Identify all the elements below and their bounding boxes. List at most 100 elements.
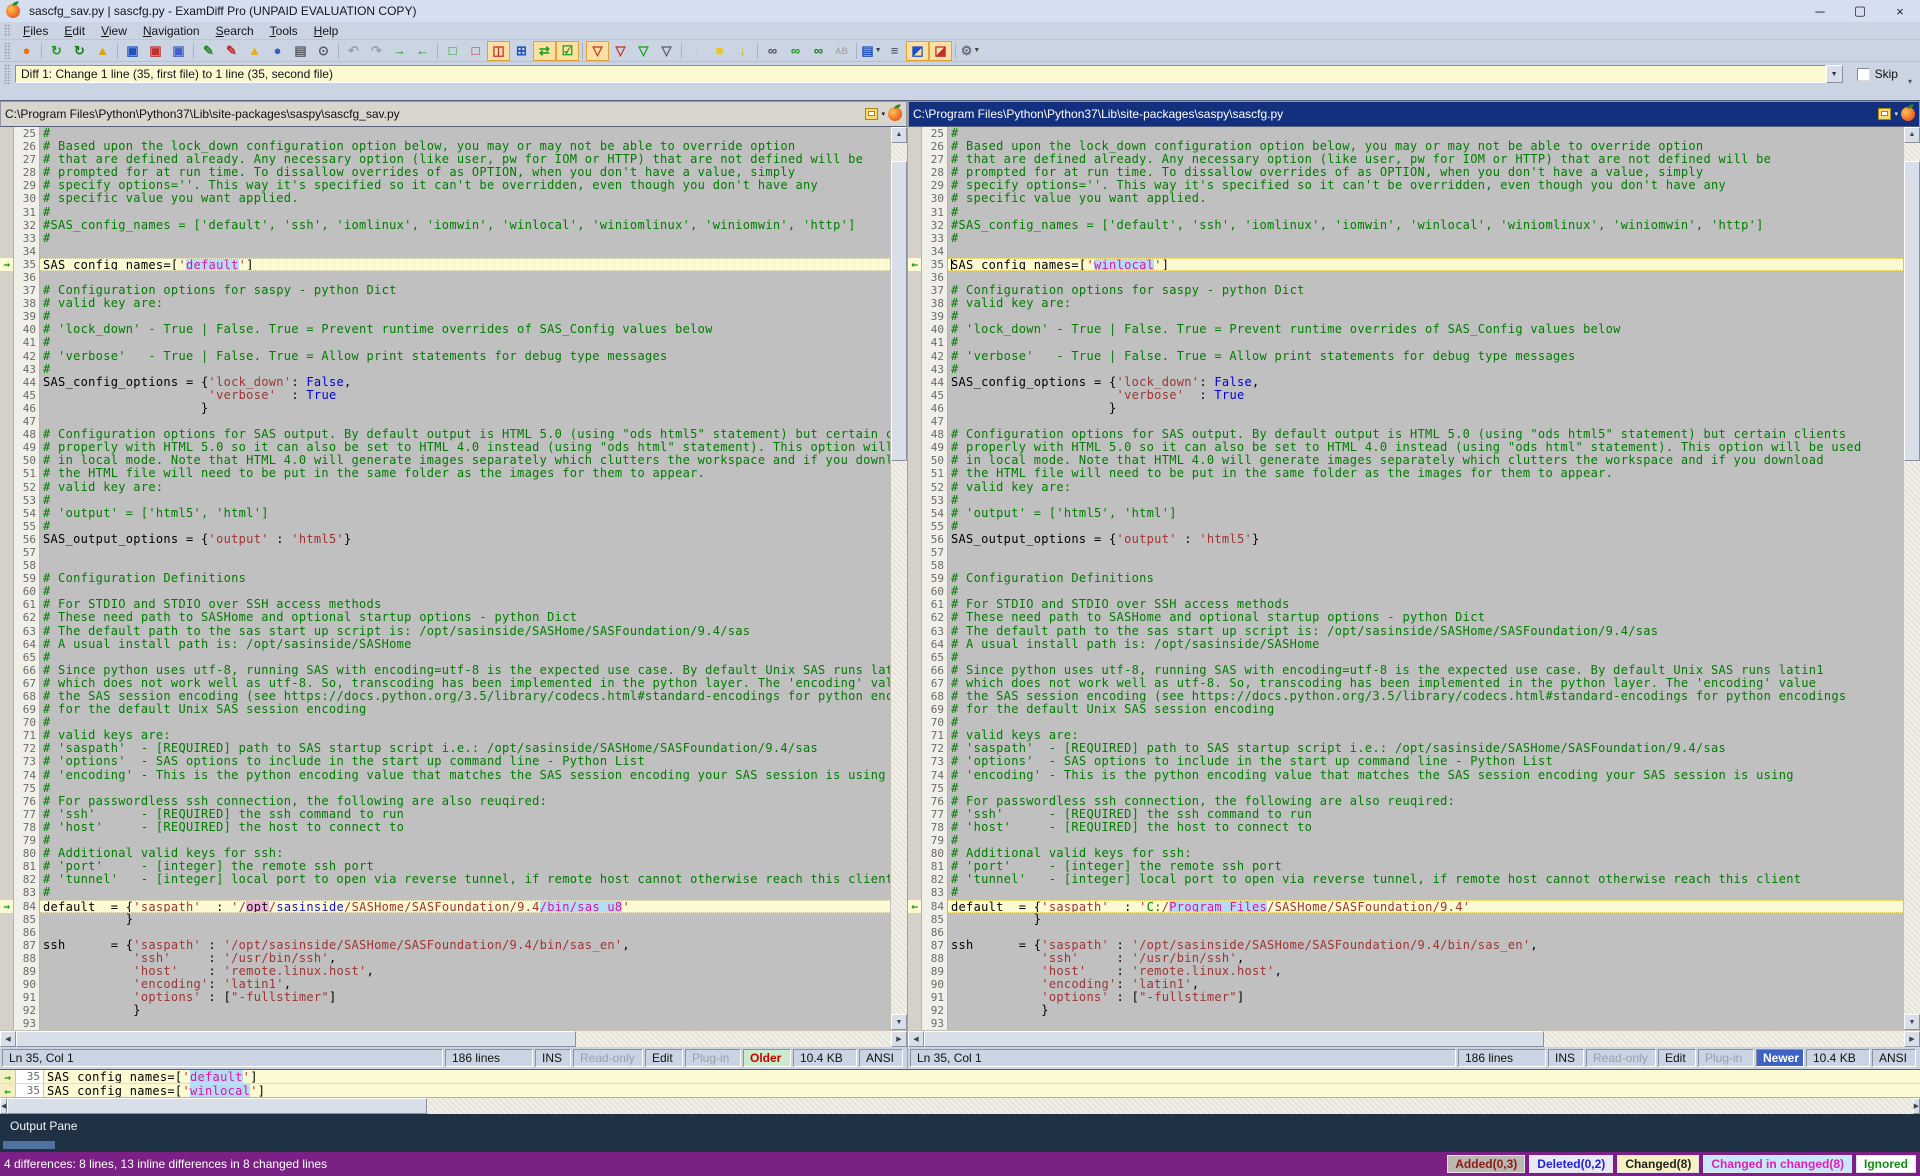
scroll-left-icon[interactable]: ◀: [0, 1098, 7, 1114]
first-horizontal-scrollbar[interactable]: ◀ ▶: [0, 1030, 907, 1047]
code-line-right-25[interactable]: 25#: [908, 127, 1903, 140]
save-second-icon[interactable]: ▣: [144, 41, 167, 61]
code-line-left-32[interactable]: 32#SAS_config_names = ['default', 'ssh',…: [0, 219, 890, 232]
open-files-icon[interactable]: ▲: [91, 41, 114, 61]
second-save-icon[interactable]: [1878, 108, 1891, 120]
code-line-left-80[interactable]: 80# Additional valid keys for ssh:: [0, 847, 890, 860]
code-line-left-67[interactable]: 67# which does not work well as utf-8. S…: [0, 677, 890, 690]
scroll-left-icon[interactable]: ◀: [908, 1031, 924, 1047]
code-line-right-67[interactable]: 67# which does not work well as utf-8. S…: [908, 677, 1903, 690]
code-line-right-59[interactable]: 59# Configuration Definitions: [908, 572, 1903, 585]
code-line-left-70[interactable]: 70#: [0, 716, 890, 729]
first-header-compare-icon[interactable]: [888, 107, 902, 121]
code-line-left-25[interactable]: 25#: [0, 127, 890, 140]
current-change-icon[interactable]: ■: [708, 41, 731, 61]
code-line-right-81[interactable]: 81# 'port' - [integer] the remote ssh po…: [908, 860, 1903, 873]
second-header-compare-icon[interactable]: [1901, 107, 1915, 121]
code-line-right-53[interactable]: 53#: [908, 494, 1903, 507]
send-report-icon[interactable]: ●: [266, 41, 289, 61]
code-line-left-81[interactable]: 81# 'port' - [integer] the remote ssh po…: [0, 860, 890, 873]
code-line-right-48[interactable]: 48# Configuration options for SAS output…: [908, 428, 1903, 441]
code-line-right-37[interactable]: 37# Configuration options for saspy - py…: [908, 284, 1903, 297]
code-line-left-91[interactable]: 91 'options' : ["-fullstimer"]: [0, 991, 890, 1004]
diff-combo-dropdown-icon[interactable]: ▼: [1826, 65, 1843, 83]
code-line-right-88[interactable]: 88 'ssh' : '/usr/bin/ssh',: [908, 952, 1903, 965]
code-line-right-47[interactable]: 47: [908, 415, 1903, 428]
code-line-left-50[interactable]: 50# in local mode. Note that HTML 4.0 wi…: [0, 454, 890, 467]
code-line-right-69[interactable]: 69# for the default Unix SAS session enc…: [908, 703, 1903, 716]
show-all-lines-filter-icon[interactable]: ▽: [586, 41, 609, 61]
code-line-right-52[interactable]: 52# valid key are:: [908, 481, 1903, 494]
dropdown-arrow-icon[interactable]: ▼: [875, 47, 882, 54]
code-line-right-77[interactable]: 77# 'ssh' - [REQUIRED] the ssh command t…: [908, 808, 1903, 821]
code-line-right-42[interactable]: 42# 'verbose' - True | False. True = All…: [908, 350, 1903, 363]
code-line-left-74[interactable]: 74# 'encoding' - This is the python enco…: [0, 769, 890, 782]
show-diffs-filter-icon[interactable]: ▽: [609, 41, 632, 61]
code-line-left-49[interactable]: 49# properly with HTML 5.0 so it can als…: [0, 441, 890, 454]
code-line-right-31[interactable]: 31#: [908, 206, 1903, 219]
code-line-left-35[interactable]: →35SAS_config_names=['default']: [0, 258, 890, 271]
code-line-left-75[interactable]: 75#: [0, 782, 890, 795]
diff-detail-row-2[interactable]: ←35SAS_config_names=['winlocal']: [0, 1084, 1920, 1098]
code-line-right-45[interactable]: 45 'verbose' : True: [908, 389, 1903, 402]
first-save-icon[interactable]: [865, 108, 878, 120]
code-line-left-58[interactable]: 58: [0, 559, 890, 572]
code-line-left-48[interactable]: 48# Configuration options for SAS output…: [0, 428, 890, 441]
code-line-left-88[interactable]: 88 'ssh' : '/usr/bin/ssh',: [0, 952, 890, 965]
code-line-right-51[interactable]: 51# the HTML file will need to be put in…: [908, 467, 1903, 480]
code-line-right-90[interactable]: 90 'encoding': 'latin1',: [908, 978, 1903, 991]
code-line-right-66[interactable]: 66# Since python uses utf-8, running SAS…: [908, 664, 1903, 677]
code-line-left-79[interactable]: 79#: [0, 834, 890, 847]
code-line-left-47[interactable]: 47: [0, 415, 890, 428]
code-line-right-38[interactable]: 38# valid key are:: [908, 297, 1903, 310]
code-line-right-61[interactable]: 61# For STDIO and STDIO over SSH access …: [908, 598, 1903, 611]
swap-panes-icon[interactable]: ⇄: [533, 41, 556, 61]
second-vertical-scrollbar[interactable]: ▲ ▼: [1903, 127, 1920, 1030]
code-line-left-66[interactable]: 66# Since python uses utf-8, running SAS…: [0, 664, 890, 677]
grid-view-icon[interactable]: ⊞: [510, 41, 533, 61]
recompare-options-icon[interactable]: ↻: [68, 41, 91, 61]
code-line-left-38[interactable]: 38# valid key are:: [0, 297, 890, 310]
settings-gear-icon[interactable]: ⚙▼: [959, 41, 982, 61]
close-button[interactable]: ×: [1880, 0, 1920, 22]
code-line-left-64[interactable]: 64# A usual install path is: /opt/sasins…: [0, 638, 890, 651]
plugins-icon[interactable]: ◩: [906, 41, 929, 61]
code-line-right-41[interactable]: 41#: [908, 336, 1903, 349]
split-view-icon[interactable]: ◫: [487, 41, 510, 61]
second-file-code[interactable]: 25#26# Based upon the lock_down configur…: [908, 127, 1903, 1030]
scroll-right-icon[interactable]: ▶: [1904, 1031, 1920, 1047]
menu-help[interactable]: Help: [306, 23, 347, 39]
code-line-left-42[interactable]: 42# 'verbose' - True | False. True = All…: [0, 350, 890, 363]
editor-options-icon[interactable]: ◪: [929, 41, 952, 61]
code-line-right-57[interactable]: 57: [908, 546, 1903, 559]
menu-search[interactable]: Search: [208, 23, 262, 39]
recompare-icon[interactable]: ↻: [45, 41, 68, 61]
menu-edit[interactable]: Edit: [56, 23, 93, 39]
toolbar-grip[interactable]: [4, 42, 11, 59]
code-line-left-92[interactable]: 92 }: [0, 1004, 890, 1017]
code-line-right-89[interactable]: 89 'host' : 'remote.linux.host',: [908, 965, 1903, 978]
code-line-left-39[interactable]: 39#: [0, 310, 890, 323]
code-line-right-60[interactable]: 60#: [908, 585, 1903, 598]
code-line-right-33[interactable]: 33#: [908, 232, 1903, 245]
code-line-left-31[interactable]: 31#: [0, 206, 890, 219]
show-matches-filter-icon[interactable]: ▽: [632, 41, 655, 61]
undo-icon[interactable]: ↶: [342, 41, 365, 61]
code-line-left-45[interactable]: 45 'verbose' : True: [0, 389, 890, 402]
code-line-left-89[interactable]: 89 'host' : 'remote.linux.host',: [0, 965, 890, 978]
code-line-left-59[interactable]: 59# Configuration Definitions: [0, 572, 890, 585]
code-line-left-33[interactable]: 33#: [0, 232, 890, 245]
code-line-left-52[interactable]: 52# valid key are:: [0, 481, 890, 494]
code-line-left-34[interactable]: 34: [0, 245, 890, 258]
code-line-left-65[interactable]: 65#: [0, 651, 890, 664]
code-line-right-70[interactable]: 70#: [908, 716, 1903, 729]
first-hscroll-thumb[interactable]: [16, 1031, 576, 1047]
print-icon[interactable]: ▤: [289, 41, 312, 61]
detail-hscroll-thumb[interactable]: [7, 1098, 427, 1114]
toolbar-overflow-chevron-icon[interactable]: ▾: [1908, 77, 1912, 86]
compare-files-icon[interactable]: ●: [15, 41, 38, 61]
code-line-right-49[interactable]: 49# properly with HTML 5.0 so it can als…: [908, 441, 1903, 454]
code-line-right-28[interactable]: 28# prompted for at run time. To dissall…: [908, 166, 1903, 179]
code-line-right-86[interactable]: 86: [908, 926, 1903, 939]
code-line-left-60[interactable]: 60#: [0, 585, 890, 598]
